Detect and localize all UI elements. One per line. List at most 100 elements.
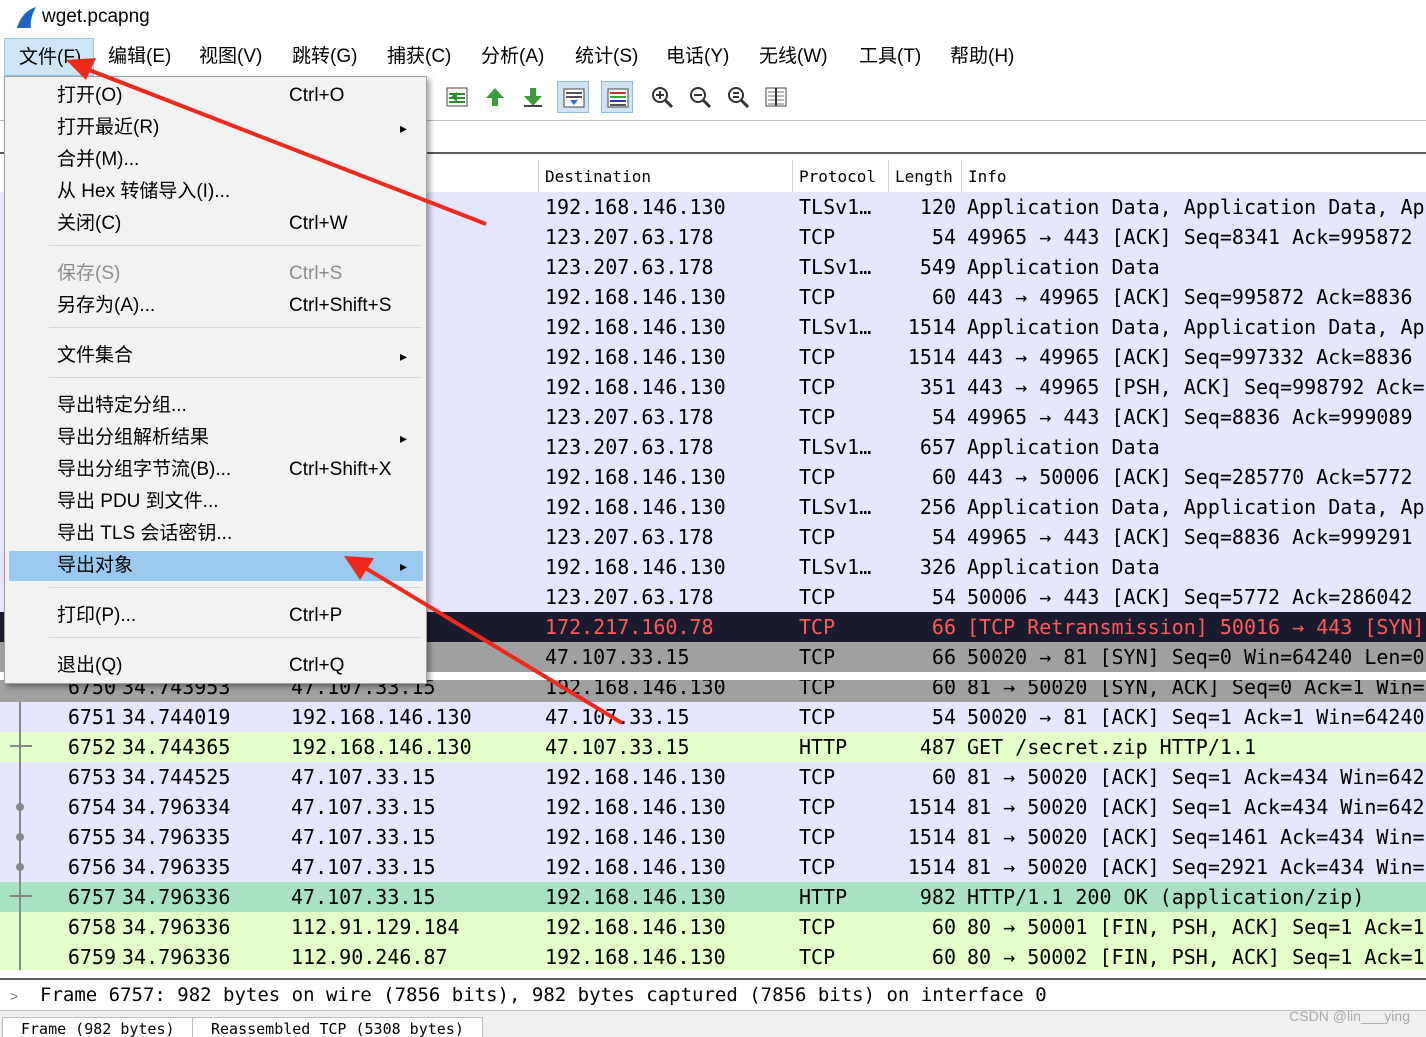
packet-info: 81 → 50020 [ACK] Seq=1 Ack=434 Win=642 <box>967 765 1425 789</box>
packet-no: 6751 <box>67 705 116 729</box>
zoom-normal-icon[interactable] <box>722 81 754 113</box>
menu-item-save-as[interactable]: 另存为(A)... Ctrl+Shift+S <box>9 291 423 321</box>
submenu-arrow-icon: ▸ <box>399 430 407 446</box>
packet-destination: 192.168.146.130 <box>545 825 726 849</box>
zoom-out-icon[interactable] <box>684 81 716 113</box>
zoom-in-icon[interactable] <box>646 81 678 113</box>
menu-telephony[interactable]: 电话(Y) <box>666 38 729 76</box>
menu-capture[interactable]: 捕获(C) <box>387 38 451 76</box>
menu-file[interactable]: 文件(F) <box>4 38 94 76</box>
packet-length: 1514 <box>907 825 956 849</box>
menu-item-export-dissections[interactable]: 导出分组解析结果 ▸ <box>9 423 423 453</box>
packet-row[interactable]: 6753 34.744525 47.107.33.15 192.168.146.130… <box>0 762 1426 792</box>
column-header-length[interactable]: Length <box>888 160 961 192</box>
menu-statistics[interactable]: 统计(S) <box>575 38 638 76</box>
packet-row[interactable]: 6755 34.796335 47.107.33.15 192.168.146.130… <box>0 822 1426 852</box>
packet-info: 50020 → 81 [SYN] Seq=0 Win=64240 Len=0 <box>967 645 1425 669</box>
packet-row[interactable]: 6757 34.796336 47.107.33.15 192.168.146.130… <box>0 882 1426 912</box>
menu-item-export-tls-keys[interactable]: 导出 TLS 会话密钥... <box>9 519 423 549</box>
packet-destination: 47.107.33.15 <box>545 735 690 759</box>
menu-separator <box>49 327 421 328</box>
go-last-icon[interactable] <box>517 81 549 113</box>
packet-time: 34.796334 <box>122 795 231 819</box>
packet-length: 487 <box>919 735 956 759</box>
packet-length: 657 <box>919 435 956 459</box>
auto-scroll-icon[interactable] <box>557 81 589 113</box>
packet-destination: 172.217.160.78 <box>545 615 714 639</box>
packet-destination: 192.168.146.130 <box>545 195 726 219</box>
menu-item-print[interactable]: 打印(P)... Ctrl+P <box>9 601 423 631</box>
packet-length: 60 <box>931 945 956 969</box>
menu-help[interactable]: 帮助(H) <box>950 38 1014 76</box>
column-header-destination[interactable]: Destination <box>538 160 792 192</box>
packet-row[interactable]: 6758 34.796336 112.91.129.184 192.168.146.1… <box>0 912 1426 942</box>
packet-length: 982 <box>919 885 956 909</box>
menu-tools[interactable]: 工具(T) <box>859 38 921 76</box>
menu-item-export-pdu[interactable]: 导出 PDU 到文件... <box>9 487 423 517</box>
bytes-pane-tabs: Frame (982 bytes) Reassembled TCP (5308 … <box>0 1010 1426 1037</box>
menu-edit[interactable]: 编辑(E) <box>108 38 171 76</box>
menu-item-quit[interactable]: 退出(Q) Ctrl+Q <box>9 651 423 681</box>
packet-row[interactable]: 6756 34.796335 47.107.33.15 192.168.146.130… <box>0 852 1426 882</box>
packet-info: [TCP Retransmission] 50016 → 443 [SYN] <box>967 615 1425 639</box>
go-to-packet-icon[interactable] <box>441 81 473 113</box>
packet-info: 443 → 49965 [ACK] Seq=997332 Ack=8836 <box>967 345 1413 369</box>
packet-destination: 123.207.63.178 <box>545 405 714 429</box>
menu-view[interactable]: 视图(V) <box>199 38 262 76</box>
menu-item-export-specified[interactable]: 导出特定分组... <box>9 391 423 421</box>
packet-destination: 192.168.146.130 <box>545 945 726 969</box>
menu-wireless[interactable]: 无线(W) <box>759 38 828 76</box>
packet-source: 47.107.33.15 <box>291 765 436 789</box>
packet-length: 1514 <box>907 795 956 819</box>
packet-no: 6757 <box>67 885 116 909</box>
packet-protocol: TLSv1… <box>799 255 872 279</box>
packet-protocol: TLSv1… <box>799 555 872 579</box>
go-first-icon[interactable] <box>479 81 511 113</box>
packet-info: Application Data <box>967 255 1160 279</box>
packet-details-pane[interactable]: > Frame 6757: 982 bytes on wire (7856 bi… <box>0 978 1426 1008</box>
menu-analyze[interactable]: 分析(A) <box>481 38 544 76</box>
tab-reassembled-tcp[interactable]: Reassembled TCP (5308 bytes) <box>192 1017 483 1037</box>
menu-item-merge[interactable]: 合并(M)... <box>9 145 423 175</box>
packet-info: 81 → 50020 [ACK] Seq=2921 Ack=434 Win= <box>967 855 1425 879</box>
packet-protocol: TCP <box>799 855 836 879</box>
menu-item-open[interactable]: 打开(O) Ctrl+O <box>9 81 423 111</box>
packet-destination: 192.168.146.130 <box>545 465 726 489</box>
packet-source: 112.91.129.184 <box>291 915 460 939</box>
frame-summary[interactable]: Frame 6757: 982 bytes on wire (7856 bits… <box>40 984 1047 1006</box>
packet-length: 54 <box>931 525 956 549</box>
packet-row[interactable]: 6751 34.744019 192.168.146.130 47.107.33.15… <box>0 702 1426 732</box>
packet-length: 54 <box>931 405 956 429</box>
packet-source: 192.168.146.130 <box>291 705 472 729</box>
menu-separator <box>49 587 421 588</box>
packet-source: 112.90.246.87 <box>291 945 448 969</box>
packet-length: 60 <box>931 675 956 699</box>
column-header-info[interactable]: Info <box>961 160 1426 192</box>
packet-destination: 192.168.146.130 <box>545 915 726 939</box>
menu-item-import-hex[interactable]: 从 Hex 转储导入(I)... <box>9 177 423 207</box>
packet-info: 443 → 50006 [ACK] Seq=285770 Ack=5772 <box>967 465 1413 489</box>
menu-go[interactable]: 跳转(G) <box>292 38 357 76</box>
packet-protocol: TCP <box>799 705 836 729</box>
menu-item-close[interactable]: 关闭(C) Ctrl+W <box>9 209 423 239</box>
column-header-protocol[interactable]: Protocol <box>792 160 888 192</box>
menu-item-open-recent[interactable]: 打开最近(R) ▸ <box>9 113 423 143</box>
packet-row[interactable]: 6752 34.744365 192.168.146.130 47.107.33.15… <box>0 732 1426 762</box>
menu-item-export-objects[interactable]: 导出对象 ▸ <box>9 551 423 581</box>
menu-item-file-set[interactable]: 文件集合 ▸ <box>9 341 423 371</box>
packet-source: 47.107.33.15 <box>291 885 436 909</box>
packet-info: 81 → 50020 [SYN, ACK] Seq=0 Ack=1 Win= <box>967 675 1425 699</box>
packet-length: 60 <box>931 285 956 309</box>
menu-item-export-bytes[interactable]: 导出分组字节流(B)... Ctrl+Shift+X <box>9 455 423 485</box>
packet-row[interactable]: 6759 34.796336 112.90.246.87 192.168.146.13… <box>0 942 1426 970</box>
packet-length: 66 <box>931 645 956 669</box>
packet-no: 6755 <box>67 825 116 849</box>
packet-row[interactable]: 6754 34.796334 47.107.33.15 192.168.146.130… <box>0 792 1426 822</box>
resize-columns-icon[interactable] <box>760 81 792 113</box>
colorize-icon[interactable] <box>601 81 633 113</box>
menu-separator <box>49 637 421 638</box>
tab-frame-bytes[interactable]: Frame (982 bytes) <box>2 1017 194 1037</box>
expand-arrow-icon[interactable]: > <box>10 988 18 1004</box>
packet-length: 549 <box>919 255 956 279</box>
submenu-arrow-icon: ▸ <box>399 348 407 364</box>
